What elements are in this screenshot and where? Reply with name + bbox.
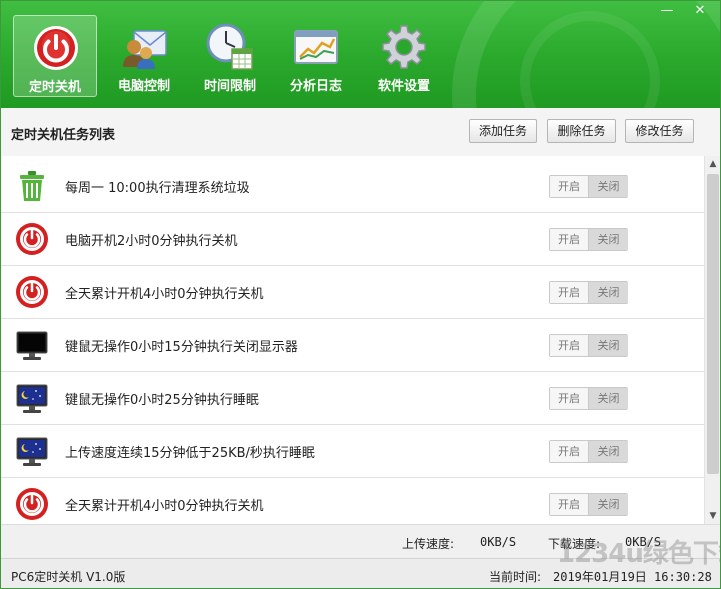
power-icon [16,488,48,520]
toggle-on[interactable]: 开启 [550,335,588,356]
toggle-on[interactable]: 开启 [550,494,588,515]
toggle-off[interactable]: 关闭 [588,441,628,462]
tool-label: 软件设置 [377,79,430,94]
toggle-off[interactable]: 关闭 [588,176,628,197]
main-window: — ✕ 定时关机 电脑控制 时间限制 分析日志 软件设置 定时关机任务列表 添加… [0,0,721,589]
task-description: 上传速度连续15分钟低于25KB/秒执行睡眠 [65,446,315,461]
toolbar: — ✕ 定时关机 电脑控制 时间限制 分析日志 软件设置 [1,1,720,108]
tool-shutdown-timer[interactable]: 定时关机 [13,15,97,97]
power-icon [34,26,78,70]
trash-icon [20,171,44,201]
task-row[interactable]: 键鼠无操作0小时25分钟执行睡眠 开启 关闭 [1,371,704,425]
power-icon [16,276,48,308]
current-time-label: 当前时间: [489,570,542,584]
tool-analysis-log[interactable]: 分析日志 [274,15,358,97]
tool-label: 分析日志 [289,79,342,94]
add-task-button[interactable]: 添加任务 [469,119,537,143]
task-toggle[interactable]: 开启 关闭 [549,334,628,357]
task-toggle[interactable]: 开启 关闭 [549,493,628,516]
list-title: 定时关机任务列表 [11,128,116,143]
task-toggle[interactable]: 开启 关闭 [549,228,628,251]
upload-speed-label: 上传速度: [402,537,455,551]
task-description: 键鼠无操作0小时15分钟执行关闭显示器 [65,340,298,355]
scrollbar-thumb[interactable] [707,174,719,474]
current-time-value: 2019年01月19日 16:30:28 [553,570,712,584]
toggle-off[interactable]: 关闭 [588,388,628,409]
close-button[interactable]: ✕ [689,3,711,19]
toggle-on[interactable]: 开启 [550,176,588,197]
sleep-monitor-icon [16,384,48,413]
vertical-scrollbar[interactable]: ▲ ▼ [704,156,720,524]
monitor-icon [16,331,48,360]
tool-label: 电脑控制 [117,79,170,94]
minimize-button[interactable]: — [656,3,678,19]
list-header: 定时关机任务列表 添加任务 删除任务 修改任务 [1,108,720,157]
delete-task-button[interactable]: 删除任务 [547,119,616,143]
task-description: 键鼠无操作0小时25分钟执行睡眠 [65,393,259,408]
task-row[interactable]: 上传速度连续15分钟低于25KB/秒执行睡眠 开启 关闭 [1,424,704,478]
toggle-off[interactable]: 关闭 [588,229,628,250]
gear-icon [382,25,426,69]
app-version: PC6定时关机 V1.0版 [11,570,126,584]
task-row[interactable]: 全天累计开机4小时0分钟执行关机 开启 关闭 [1,477,704,524]
remote-mail-icon [123,30,167,69]
task-toggle[interactable]: 开启 关闭 [549,281,628,304]
tool-settings[interactable]: 软件设置 [362,15,446,97]
task-description: 电脑开机2小时0分钟执行关机 [65,234,238,249]
tool-pc-control[interactable]: 电脑控制 [102,15,186,97]
toggle-off[interactable]: 关闭 [588,282,628,303]
task-description: 每周一 10:00执行清理系统垃圾 [65,181,250,196]
task-row[interactable]: 全天累计开机4小时0分钟执行关机 开启 关闭 [1,265,704,319]
task-row[interactable]: 电脑开机2小时0分钟执行关机 开启 关闭 [1,212,704,266]
upload-speed-value: 0KB/S [480,535,517,549]
power-icon [16,223,48,255]
modify-task-button[interactable]: 修改任务 [625,119,694,143]
toggle-on[interactable]: 开启 [550,388,588,409]
toggle-on[interactable]: 开启 [550,282,588,303]
scroll-up-arrow-icon[interactable]: ▲ [705,156,720,172]
toggle-off[interactable]: 关闭 [588,335,628,356]
tool-time-limit[interactable]: 时间限制 [188,15,272,97]
task-description: 全天累计开机4小时0分钟执行关机 [65,287,264,302]
chart-log-icon [294,30,338,64]
watermark: 1234u绿色下载 [557,539,720,569]
tool-label: 定时关机 [28,80,81,95]
task-description: 全天累计开机4小时0分钟执行关机 [65,499,264,514]
sleep-monitor-icon [16,437,48,466]
toggle-on[interactable]: 开启 [550,229,588,250]
toggle-on[interactable]: 开启 [550,441,588,462]
clock-calendar-icon [206,23,253,70]
task-list: 每周一 10:00执行清理系统垃圾 开启 关闭 电脑开机2小时0分钟执行关机 开… [1,156,704,524]
tool-label: 时间限制 [203,79,256,94]
task-toggle[interactable]: 开启 关闭 [549,440,628,463]
task-row[interactable]: 键鼠无操作0小时15分钟执行关闭显示器 开启 关闭 [1,318,704,372]
toggle-off[interactable]: 关闭 [588,494,628,515]
task-row[interactable]: 每周一 10:00执行清理系统垃圾 开启 关闭 [1,159,704,213]
task-toggle[interactable]: 开启 关闭 [549,387,628,410]
task-toggle[interactable]: 开启 关闭 [549,175,628,198]
scroll-down-arrow-icon[interactable]: ▼ [705,508,720,524]
